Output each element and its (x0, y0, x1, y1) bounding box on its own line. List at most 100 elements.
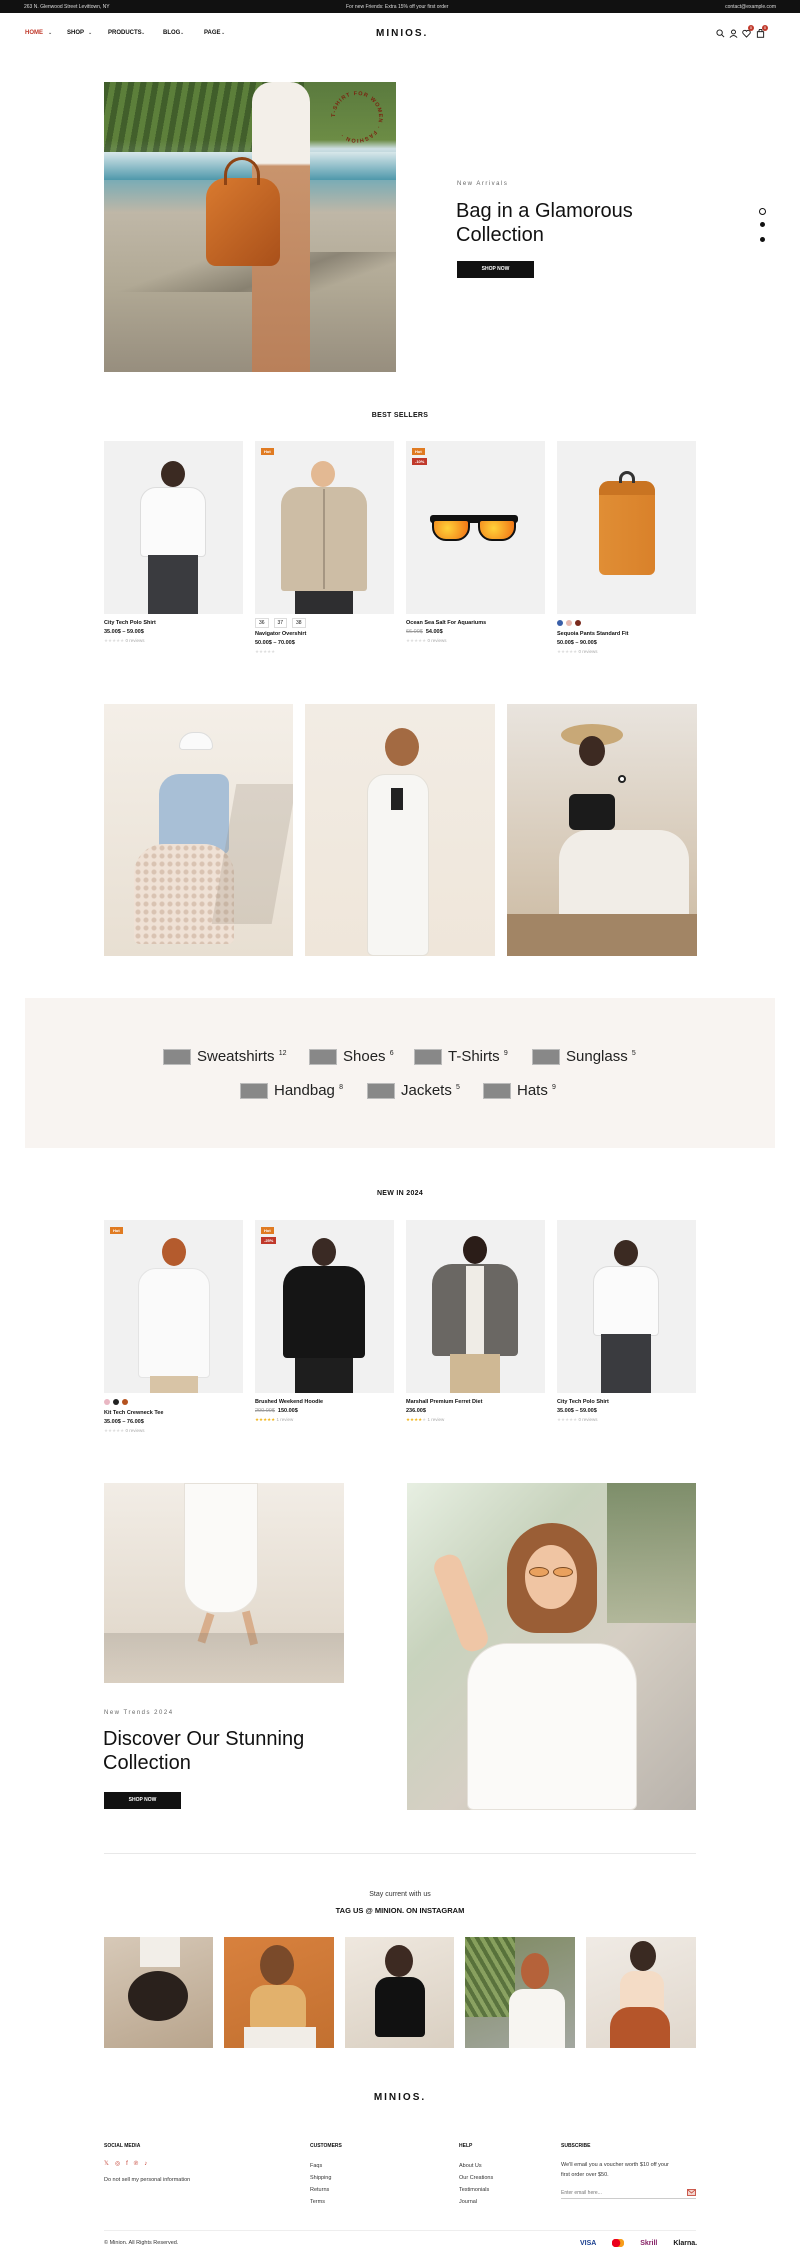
instagram-post-5[interactable] (586, 1937, 696, 2048)
product-name[interactable]: Kit Tech Crewneck Tee (104, 1410, 243, 1416)
search-icon[interactable] (716, 29, 725, 38)
size-option[interactable]: 36 (255, 618, 269, 628)
nav-item-page[interactable]: PAGE (204, 30, 221, 36)
slider-dot-1[interactable] (759, 208, 766, 215)
product-price: 35.00$ – 76.00$ (104, 1419, 144, 1425)
product-name[interactable]: City Tech Polo Shirt (104, 620, 243, 626)
product-price: 66.00$ 54.00$ (406, 629, 443, 635)
instagram-post-1[interactable] (104, 1937, 213, 2048)
chevron-down-icon: ⌄ (221, 30, 226, 36)
product-image[interactable] (557, 441, 696, 614)
product-card[interactable]: Hot -10% Ocean Sea Salt For Aquariums 66… (406, 441, 545, 644)
product-image[interactable]: Hot (255, 441, 394, 614)
lookbook-image-2 (305, 704, 495, 956)
instagram-post-3[interactable] (345, 1937, 454, 2048)
tiktok-icon[interactable]: ♪ (144, 2161, 147, 2167)
color-swatch[interactable] (575, 620, 581, 626)
category-link-hats[interactable]: Hats 9 (483, 1082, 556, 1100)
product-card[interactable]: Sequoia Pants Standard Fit 50.00$ – 90.0… (557, 441, 696, 655)
product-name[interactable]: Brushed Weekend Hoodie (255, 1399, 394, 1405)
product-name[interactable]: City Tech Polo Shirt (557, 1399, 696, 1405)
category-link-jackets[interactable]: Jackets 5 (367, 1082, 460, 1100)
category-link-shoes[interactable]: Shoes 6 (309, 1048, 394, 1066)
footer-customers-heading: CUSTOMERS (310, 2143, 342, 2149)
facebook-icon[interactable]: f (126, 2161, 128, 2167)
main-navigation: HOME SHOP PRODUCTS BLOG PAGE ⌄ ⌄ ⌄ ⌄ ⌄ M… (0, 13, 800, 53)
footer-divider (104, 2230, 696, 2231)
product-card[interactable]: City Tech Polo Shirt 35.00$ – 59.00$ ★★★… (104, 441, 243, 644)
mail-icon[interactable] (687, 2189, 696, 2196)
product-name[interactable]: Ocean Sea Salt For Aquariums (406, 620, 545, 626)
lookbook-image-1 (104, 704, 293, 956)
promo-shop-now-button[interactable]: SHOP NOW (104, 1792, 181, 1809)
footer-social-heading: SOCIAL MEDIA (104, 2143, 141, 2149)
footer-link-our-creations[interactable]: Our Creations (459, 2175, 493, 2181)
nav-item-products[interactable]: PRODUCTS (108, 30, 142, 36)
product-image[interactable]: Hot -25% (255, 1220, 394, 1393)
nav-item-home[interactable]: HOME (25, 30, 43, 36)
footer-link-faqs[interactable]: Faqs (310, 2163, 322, 2169)
site-logo[interactable]: MINIOS. (376, 28, 428, 39)
product-card[interactable]: Hot -25% Brushed Weekend Hoodie 200.00$ 1… (255, 1220, 394, 1423)
subscribe-email-input[interactable] (561, 2187, 696, 2199)
product-rating: ★★★★★ 1 review (255, 1417, 294, 1422)
product-image[interactable]: Hot (104, 1220, 243, 1393)
slider-dot-3[interactable] (760, 237, 765, 242)
product-rating: ★★★★★ (255, 649, 276, 654)
size-option[interactable]: 37 (273, 618, 288, 628)
product-card[interactable]: Hot 36 37 38 Navigator Overshirt 50.00$ … (255, 441, 394, 655)
footer-link-testimonials[interactable]: Testimonials (459, 2187, 489, 2193)
color-swatch[interactable] (557, 620, 563, 626)
product-name[interactable]: Sequoia Pants Standard Fit (557, 631, 696, 637)
color-swatches (557, 620, 696, 628)
category-link-sunglass[interactable]: Sunglass 5 (532, 1048, 636, 1066)
hero-shop-now-button[interactable]: SHOP NOW (457, 261, 534, 278)
footer-link-terms[interactable]: Terms (310, 2199, 325, 2205)
product-name[interactable]: Navigator Overshirt (255, 631, 394, 637)
instagram-post-4[interactable] (465, 1937, 575, 2048)
product-name[interactable]: Marshall Premium Ferret Diet (406, 1399, 545, 1405)
color-swatch[interactable] (566, 620, 572, 626)
footer-logo[interactable]: MINIOS. (374, 2092, 426, 2103)
product-card[interactable]: City Tech Polo Shirt 35.00$ – 59.00$ ★★★… (557, 1220, 696, 1423)
category-link-t-shirts[interactable]: T-Shirts 9 (414, 1048, 508, 1066)
size-option[interactable]: 38 (292, 618, 306, 628)
slider-dot-2[interactable] (760, 222, 765, 227)
instagram-icon[interactable]: ◎ (115, 2161, 120, 2167)
chevron-down-icon: ⌄ (88, 30, 93, 36)
footer-link-returns[interactable]: Returns (310, 2187, 329, 2193)
color-swatch[interactable] (122, 1399, 128, 1405)
product-image[interactable] (557, 1220, 696, 1393)
color-swatch[interactable] (104, 1399, 110, 1405)
footer-link-shipping[interactable]: Shipping (310, 2175, 331, 2181)
product-old-price: 66.00$ (406, 629, 423, 635)
footer-link-journal[interactable]: Journal (459, 2199, 477, 2205)
footer-link-about-us[interactable]: About Us (459, 2163, 482, 2169)
product-rating: ★★★★★ 0 reviews (557, 1417, 598, 1422)
color-swatch[interactable] (113, 1399, 119, 1405)
category-link-sweatshirts[interactable]: Sweatshirts 12 (163, 1048, 287, 1066)
contact-email[interactable]: contact@example.com (725, 4, 776, 10)
instagram-post-2[interactable] (224, 1937, 334, 2048)
product-rating: ★★★★★ 0 reviews (557, 649, 598, 654)
nav-item-blog[interactable]: BLOG (163, 30, 180, 36)
user-icon[interactable] (729, 29, 738, 38)
pinterest-icon[interactable]: ℗ (134, 2161, 138, 2167)
nav-item-shop[interactable]: SHOP (67, 30, 84, 36)
product-image[interactable] (406, 1220, 545, 1393)
hotspot-icon[interactable] (618, 775, 626, 783)
x-icon[interactable]: 𝕏 (104, 2161, 109, 2167)
payment-methods: VISA Skrill Klarna. (580, 2239, 697, 2247)
discount-tag: -25% (261, 1237, 277, 1244)
product-image[interactable]: Hot -10% (406, 441, 545, 614)
product-card[interactable]: Marshall Premium Ferret Diet 236.00$ ★★★… (406, 1220, 545, 1423)
product-image[interactable] (104, 441, 243, 614)
promo-eyebrow: New Trends 2024 (104, 1710, 174, 1716)
product-rating: ★★★★★ 0 reviews (104, 638, 145, 643)
visa-icon: VISA (580, 2239, 597, 2247)
category-link-handbag[interactable]: Handbag 8 (240, 1082, 343, 1100)
klarna-icon: Klarna. (673, 2239, 698, 2247)
subscribe-text-line-2: first order over $50. (561, 2172, 609, 2178)
product-card[interactable]: Hot Kit Tech Crewneck Tee 35.00$ – 76.00… (104, 1220, 243, 1434)
do-not-sell-link[interactable]: Do not sell my personal information (104, 2177, 190, 2183)
